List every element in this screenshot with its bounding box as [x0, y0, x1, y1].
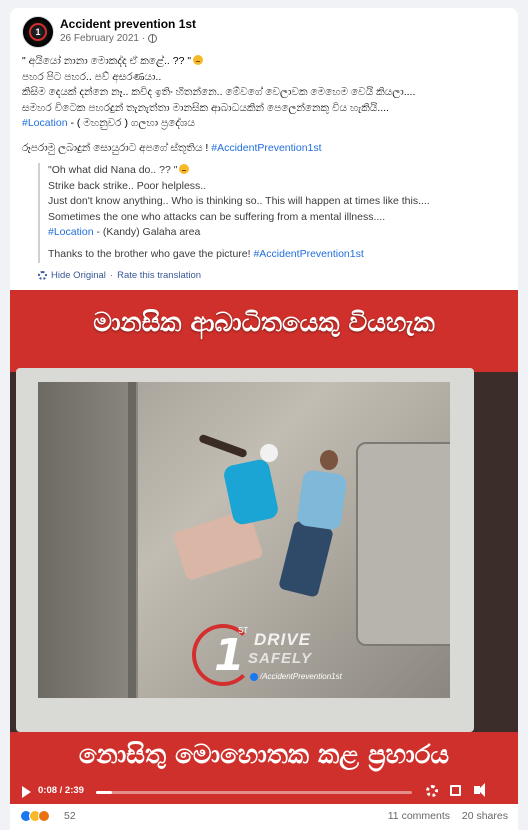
- post-card: 1 Accident prevention 1st 26 February 20…: [10, 8, 518, 830]
- post-line: පහර පිට පහර.. පව් අසරණයා..: [22, 70, 162, 83]
- sad-emoji-icon: [179, 164, 190, 174]
- video-controls: 0:08 / 2:39: [10, 780, 518, 804]
- video-caption-top: මානසික ආබාධිතයෙකු වියහැක: [93, 308, 435, 338]
- post-line: කිසිම දෙයක් දන්නෙ නෑ.. කවිද ඉතිං හිතන්නෙ…: [22, 86, 416, 98]
- post-line: " අයියෝ නානා මොකද්ද ඒ කළේ.. ?? ": [22, 54, 508, 70]
- page-name[interactable]: Accident prevention 1st: [60, 17, 196, 31]
- watermark-drive: DRIVE: [254, 630, 311, 649]
- angry-reaction-icon: [38, 810, 50, 822]
- separator: ·: [109, 270, 114, 281]
- rate-translation-link[interactable]: Rate this translation: [117, 270, 201, 281]
- hide-original-link[interactable]: Hide Original: [51, 270, 106, 281]
- translation-line: Sometimes the one who attacks can be suf…: [48, 210, 386, 223]
- thanks-text: රූපරාමු ලබාදුන් සොයුරාට අපගේ ස්තූතිය !: [22, 141, 212, 154]
- post-footer: 52 11 comments 20 shares: [10, 804, 518, 830]
- drive-safely-watermark: 1 ST DRIVE SAFELY /AccidentPrevention1st: [192, 624, 372, 694]
- location-hashtag-link[interactable]: #Location: [48, 226, 94, 238]
- translation-line: "Oh what did Nana do.. ?? ": [48, 163, 506, 179]
- globe-icon: [148, 34, 158, 43]
- play-icon[interactable]: [22, 786, 31, 798]
- watermark-handle-text: /AccidentPrevention1st: [260, 672, 342, 681]
- page-avatar[interactable]: 1: [22, 16, 54, 48]
- parked-car: [356, 442, 450, 646]
- translation-controls: Hide Original · Rate this translation: [38, 270, 201, 281]
- post-date-text: 26 February 2021 ·: [60, 33, 146, 44]
- volume-icon[interactable]: [474, 783, 485, 797]
- post-location-line: #Location - ( මහනුවර ) ගලහා ප්‍රදේශය: [22, 116, 508, 132]
- watermark-number: 1: [214, 630, 245, 681]
- post-header: 1 Accident prevention 1st 26 February 20…: [22, 16, 506, 52]
- translation-location-line: #Location - (Kandy) Galaha area: [48, 225, 506, 241]
- post-date[interactable]: 26 February 2021 ·: [60, 33, 158, 44]
- victim-figure: [296, 469, 348, 531]
- reaction-count[interactable]: 52: [64, 810, 76, 822]
- post-line: සමහර විටෙක පහරදුන් තැනැත්තා මානසික ආබාධය…: [22, 101, 389, 114]
- translation-line: Strike back strike.. Poor helpless..: [48, 179, 207, 192]
- video-caption-bottom: නොසිතු මොහොතක කළ ප්‍රහාරය: [78, 740, 450, 770]
- post-line-text: " අයියෝ නානා මොකද්ද ඒ කළේ.. ?? ": [22, 55, 192, 67]
- hashtag-link[interactable]: #AccidentPrevention1st: [253, 248, 363, 260]
- translation-thanks-line: Thanks to the brother who gave the pictu…: [48, 247, 506, 263]
- reaction-icons[interactable]: [20, 810, 50, 822]
- comments-count[interactable]: 11 comments: [388, 810, 450, 822]
- shares-count[interactable]: 20 shares: [462, 810, 508, 822]
- page-logo-icon: 1: [29, 23, 47, 41]
- post-thanks-line: රූපරාමු ලබාදුන් සොයුරාට අපගේ ස්තූතිය ! #…: [22, 141, 508, 157]
- watermark-st: ST: [238, 626, 249, 635]
- video-player[interactable]: මානසික ආබාධිතයෙකු වියහැක 1 ST DRIVE SAFE…: [10, 290, 518, 804]
- fullscreen-icon[interactable]: [450, 785, 461, 796]
- translation-line-text: "Oh what did Nana do.. ?? ": [48, 164, 178, 176]
- location-text: - (Kandy) Galaha area: [93, 226, 201, 239]
- sad-emoji-icon: [193, 55, 204, 65]
- video-progress-bar[interactable]: [96, 791, 412, 794]
- location-text: - ( මහනුවර ) ගලහා ප්‍රදේශය: [67, 117, 195, 129]
- video-progress-fill: [96, 791, 112, 794]
- translate-gear-icon[interactable]: [38, 271, 47, 280]
- settings-gear-icon[interactable]: [426, 785, 438, 797]
- watermark-safely: SAFELY: [248, 650, 313, 667]
- hashtag-link[interactable]: #AccidentPrevention1st: [211, 142, 321, 154]
- cctv-monitor: 1 ST DRIVE SAFELY /AccidentPrevention1st: [16, 368, 474, 732]
- video-time: 0:08 / 2:39: [38, 785, 84, 796]
- translation-block: "Oh what did Nana do.. ?? " Strike back …: [38, 163, 506, 263]
- thanks-text: Thanks to the brother who gave the pictu…: [48, 247, 254, 260]
- location-hashtag-link[interactable]: #Location: [22, 117, 68, 129]
- facebook-icon: [250, 672, 258, 681]
- watermark-handle: /AccidentPrevention1st: [250, 672, 342, 681]
- post-text: " අයියෝ නානා මොකද්ද ඒ කළේ.. ?? " පහර පිට…: [22, 54, 508, 156]
- translation-line: Just don't know anything.. Who is thinki…: [48, 195, 430, 208]
